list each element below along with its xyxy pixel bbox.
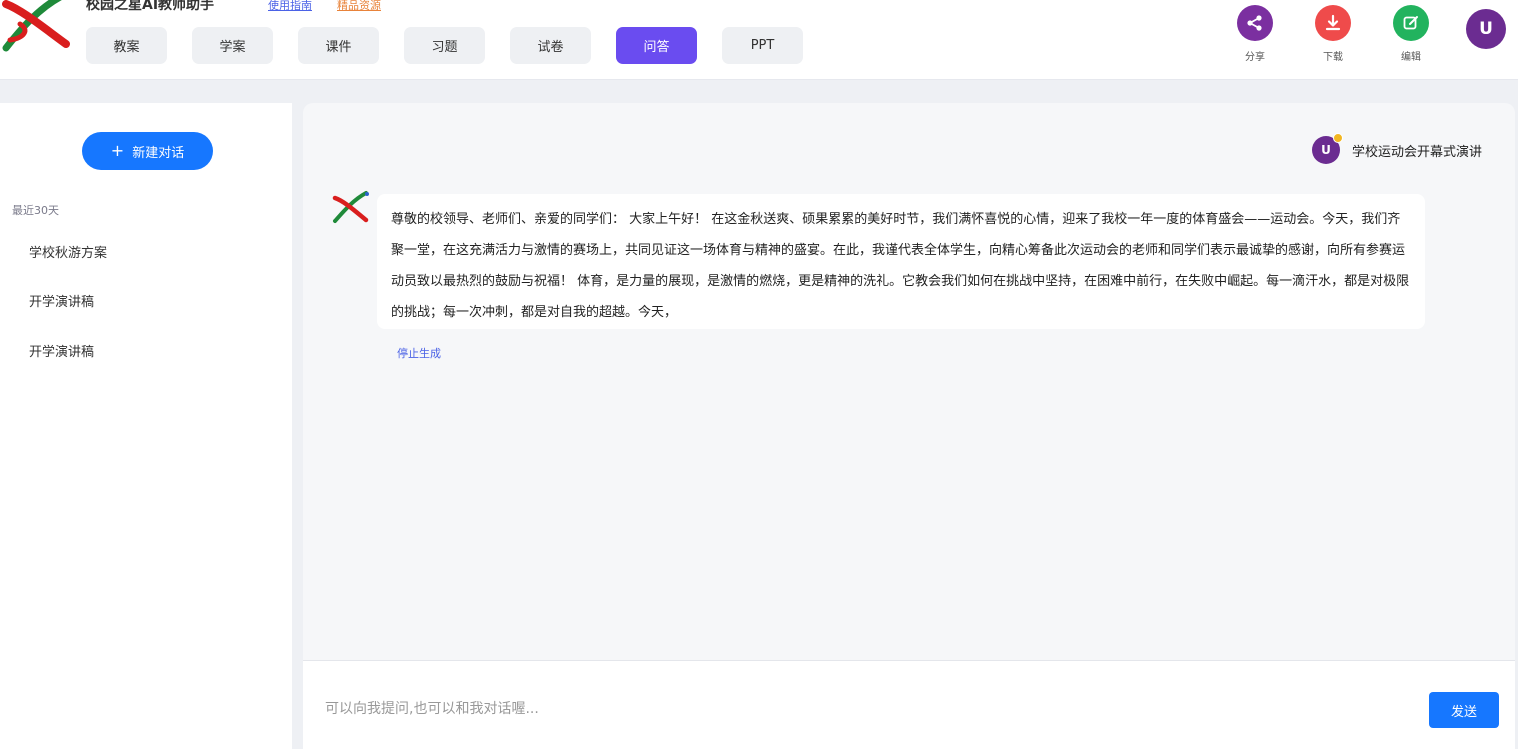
status-dot-icon (1332, 133, 1343, 143)
chat-panel: U 学校运动会开幕式演讲 尊敬的校领导、老师们、亲爱的同学们： 大家上午好！ 在… (303, 103, 1515, 749)
share-button[interactable]: 分享 (1230, 5, 1280, 63)
download-button[interactable]: 下载 (1308, 5, 1358, 63)
share-label: 分享 (1245, 52, 1265, 63)
tab-ppt[interactable]: PPT (722, 27, 803, 64)
edit-label: 编辑 (1401, 52, 1421, 63)
premium-resources-link[interactable]: 精品资源 (337, 0, 381, 13)
new-chat-label: 新建对话 (132, 145, 185, 161)
chat-input-bar: 发送 (303, 660, 1515, 749)
stop-generating-button[interactable]: 停止生成 (397, 345, 441, 361)
app-logo-icon (2, 0, 70, 52)
tab-courseware[interactable]: 课件 (298, 27, 379, 64)
user-avatar-letter: U (1321, 143, 1331, 157)
tab-exam[interactable]: 试卷 (510, 27, 591, 64)
send-button[interactable]: 发送 (1429, 692, 1499, 728)
download-label: 下载 (1323, 52, 1343, 63)
sidebar: + 新建对话 最近30天 学校秋游方案 开学演讲稿 开学演讲稿 (0, 103, 292, 749)
tab-study-plan[interactable]: 学案 (192, 27, 273, 64)
tab-qa[interactable]: 问答 (616, 27, 697, 64)
download-icon (1315, 5, 1351, 41)
app-title: 校园之星AI教师助手 (86, 0, 215, 13)
share-icon (1237, 5, 1273, 41)
history-item[interactable]: 开学演讲稿 (29, 291, 94, 310)
edit-icon (1393, 5, 1429, 41)
recent-section-label: 最近30天 (12, 204, 59, 217)
tab-lesson-plan[interactable]: 教案 (86, 27, 167, 64)
user-avatar[interactable]: U (1466, 9, 1506, 49)
history-item[interactable]: 开学演讲稿 (29, 341, 94, 360)
chat-input[interactable] (325, 697, 1405, 721)
bot-answer-text: 尊敬的校领导、老师们、亲爱的同学们： 大家上午好！ 在这金秋送爽、硕果累累的美好… (391, 212, 1410, 320)
user-message: U 学校运动会开幕式演讲 (1311, 133, 1482, 164)
top-header: 校园之星AI教师助手 使用指南 精品资源 教案 学案 课件 习题 试卷 问答 P… (0, 0, 1518, 80)
history-item[interactable]: 学校秋游方案 (29, 242, 107, 261)
tab-exercises[interactable]: 习题 (404, 27, 485, 64)
plus-icon: + (110, 141, 125, 160)
bot-logo-icon (332, 191, 369, 223)
bot-message-bubble: 尊敬的校领导、老师们、亲爱的同学们： 大家上午好！ 在这金秋送爽、硕果累累的美好… (377, 194, 1425, 329)
user-guide-link[interactable]: 使用指南 (268, 0, 312, 13)
user-message-avatar: U (1311, 133, 1343, 164)
edit-button[interactable]: 编辑 (1386, 5, 1436, 63)
user-question-text: 学校运动会开幕式演讲 (1351, 144, 1482, 160)
new-chat-button[interactable]: + 新建对话 (82, 132, 213, 170)
